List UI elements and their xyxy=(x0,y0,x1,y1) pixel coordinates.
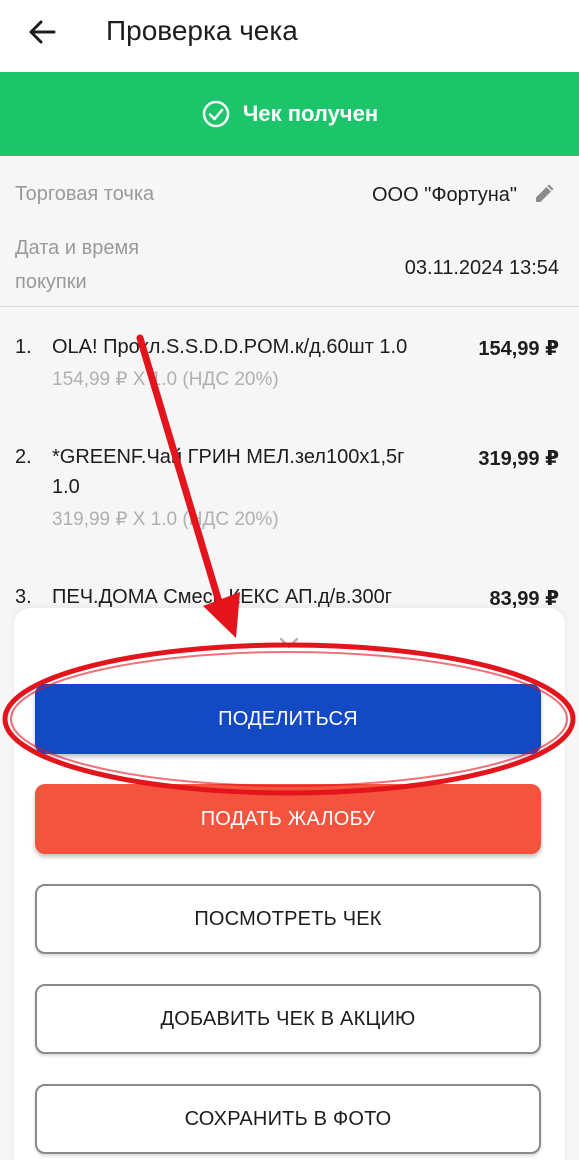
app-bar: Проверка чека xyxy=(0,0,579,72)
save-to-photo-button[interactable]: СОХРАНИТЬ В ФОТО xyxy=(35,1084,541,1154)
page-title: Проверка чека xyxy=(106,15,298,46)
datetime-label-line1: Дата и время xyxy=(15,237,140,259)
add-to-promo-button[interactable]: ДОБАВИТЬ ЧЕК В АКЦИЮ xyxy=(35,984,541,1054)
list-item: 1. OLA! Прокл.S.S.D.D.POM.к/д.60шт 1.0 1… xyxy=(0,336,579,436)
complaint-button[interactable]: ПОДАТЬ ЖАЛОБУ xyxy=(35,784,541,854)
item-name: *GREENF.Чай ГРИН МЕЛ.зел100x1,5г 1.0 xyxy=(52,446,405,498)
item-price: 319,99 ₽ xyxy=(478,448,559,470)
pencil-icon[interactable] xyxy=(533,181,557,205)
view-receipt-button[interactable]: ПОСМОТРЕТЬ ЧЕК xyxy=(35,884,541,954)
check-circle-icon xyxy=(202,100,230,128)
item-number: 3. xyxy=(15,586,32,608)
item-name: OLA! Прокл.S.S.D.D.POM.к/д.60шт 1.0 xyxy=(52,336,408,358)
datetime-label-line2: покупки xyxy=(15,271,87,293)
item-details: 319,99 ₽ X 1.0 (НДС 20%) xyxy=(52,509,279,530)
item-number: 2. xyxy=(15,446,32,468)
divider xyxy=(0,306,579,307)
item-number: 1. xyxy=(15,336,32,358)
store-label: Торговая точка xyxy=(15,183,155,205)
datetime-value: 03.11.2024 13:54 xyxy=(404,257,559,279)
list-item: 2. *GREENF.Чай ГРИН МЕЛ.зел100x1,5г 1.0 … xyxy=(0,446,579,566)
datetime-row: Дата и время покупки 03.11.2024 13:54 xyxy=(0,231,579,306)
status-text: Чек получен xyxy=(242,101,379,126)
item-price: 154,99 ₽ xyxy=(478,338,559,360)
item-details: 154,99 ₽ X 1.0 (НДС 20%) xyxy=(52,369,279,390)
action-sheet: ПОДЕЛИТЬСЯ ПОДАТЬ ЖАЛОБУ ПОСМОТРЕТЬ ЧЕК … xyxy=(14,608,565,1160)
store-value: ООО "Фортуна" xyxy=(372,184,517,206)
chevron-down-icon[interactable] xyxy=(278,636,300,650)
back-arrow-icon[interactable] xyxy=(24,14,60,50)
store-row: Торговая точка ООО "Фортуна" xyxy=(0,156,579,231)
status-banner: Чек получен xyxy=(0,72,579,156)
share-button[interactable]: ПОДЕЛИТЬСЯ xyxy=(35,684,541,754)
